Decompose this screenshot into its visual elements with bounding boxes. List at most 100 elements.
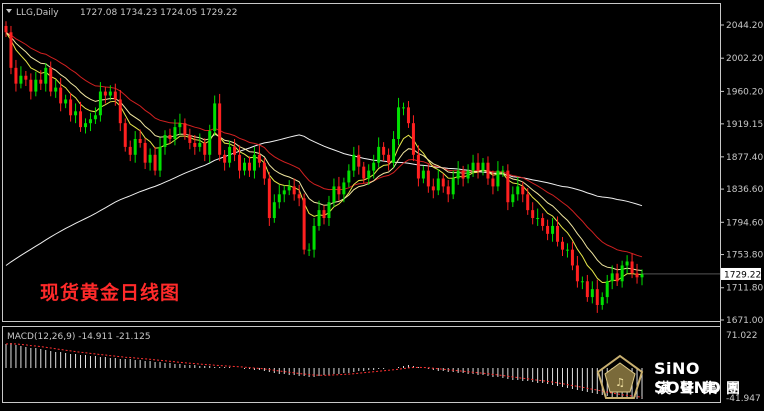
candle-body <box>49 67 53 92</box>
candle-body <box>163 135 167 147</box>
candle-body <box>158 146 162 171</box>
logo-name-cn: 漢聲集團 <box>657 381 749 397</box>
candle-body <box>188 135 192 143</box>
sino-sound-logo-emblem: ♫ <box>596 354 644 399</box>
y-tick-label: 1960.20 <box>726 87 763 97</box>
candle-body <box>138 138 142 143</box>
candle-body <box>486 162 490 179</box>
candle-body <box>625 261 629 266</box>
svg-text:♫: ♫ <box>615 376 625 389</box>
candle-body <box>406 107 410 124</box>
candle-body <box>252 154 256 171</box>
candle-body <box>580 281 584 283</box>
candle-body <box>501 170 505 172</box>
macd-label: MACD(12,26,9) -14.911 -21.125 <box>7 332 151 342</box>
candle-body <box>481 162 485 171</box>
candle-body <box>302 198 306 250</box>
candle-body <box>272 202 276 219</box>
y-tick-label: 2044.20 <box>726 21 763 31</box>
candle-body <box>337 186 341 195</box>
candle-body <box>565 249 569 251</box>
candle-body <box>44 67 48 84</box>
candle-body <box>233 146 237 155</box>
candle-body <box>392 138 396 163</box>
candle-body <box>496 170 500 187</box>
ohlc-values: 1727.08 1734.23 1724.05 1729.22 <box>80 8 237 18</box>
candle-body <box>491 178 495 187</box>
candle-body <box>635 273 639 278</box>
candle-body <box>297 194 301 199</box>
candle-body <box>238 154 242 171</box>
candle-body <box>307 249 311 251</box>
candle-body <box>382 146 386 155</box>
candle-body <box>620 265 624 282</box>
y-tick-label: 1877.40 <box>726 153 763 163</box>
candle-body <box>610 273 614 282</box>
candle-body <box>421 170 425 179</box>
current-price-label: 1729.22 <box>724 270 761 280</box>
candle-body <box>456 170 460 179</box>
candle-body <box>556 225 560 242</box>
candle-body <box>208 131 212 155</box>
candle-body <box>292 186 296 195</box>
candle-body <box>312 225 316 250</box>
candle-body <box>367 170 371 179</box>
chart-window: LLG,Daily 1727.08 1734.23 1724.05 1729.2… <box>0 0 764 407</box>
candle-body <box>372 162 376 171</box>
candle-body <box>183 123 187 136</box>
y-tick-label: 1671.00 <box>726 316 763 326</box>
candle-body <box>426 170 430 187</box>
candle-body <box>332 186 336 203</box>
candle-body <box>39 79 43 84</box>
candle-body <box>531 210 535 219</box>
candle-body <box>29 79 33 92</box>
y-tick-label: 1711.80 <box>726 284 763 294</box>
candle-body <box>585 281 589 298</box>
candle-body <box>377 146 381 163</box>
candle-body <box>262 162 266 179</box>
candle-body <box>193 142 197 147</box>
candle-body <box>322 210 326 219</box>
candle-body <box>546 225 550 234</box>
candles <box>4 21 644 313</box>
macd-histogram <box>5 343 643 399</box>
candle-body <box>551 225 555 234</box>
candle-body <box>113 91 117 100</box>
candle-body <box>590 289 594 298</box>
y-tick-label: 1836.60 <box>726 185 763 195</box>
candle-body <box>347 170 351 183</box>
candle-body <box>342 182 346 195</box>
candle-body <box>257 154 261 163</box>
candle-body <box>317 210 321 226</box>
candle-body <box>213 103 217 132</box>
candle-body <box>118 99 122 124</box>
y-tick-label: 2002.20 <box>726 54 763 64</box>
candle-body <box>600 297 604 305</box>
candle-body <box>247 162 251 171</box>
candle-body <box>451 178 455 195</box>
candle-body <box>98 91 102 116</box>
candle-body <box>516 186 520 195</box>
candle-body <box>54 87 58 92</box>
y-tick-label: 1794.60 <box>726 218 763 228</box>
candle-body <box>218 103 222 155</box>
candle-body <box>476 162 480 171</box>
candle-body <box>536 218 540 220</box>
candle-body <box>282 190 286 195</box>
candle-body <box>561 241 564 250</box>
candle-body <box>34 79 38 92</box>
candle-body <box>24 75 28 80</box>
chart-header: LLG,Daily 1727.08 1734.23 1724.05 1729.2… <box>6 8 237 18</box>
candle-body <box>436 178 440 191</box>
dropdown-arrow-icon[interactable] <box>6 9 12 13</box>
candle-body <box>173 127 177 139</box>
candle-body <box>446 186 450 195</box>
candle-body <box>93 115 97 120</box>
ma-medium-line <box>5 31 643 271</box>
candle-body <box>143 142 147 163</box>
candle-body <box>570 249 574 266</box>
candle-body <box>615 273 619 282</box>
candle-body <box>575 265 579 282</box>
candle-body <box>362 166 366 179</box>
candle-body <box>461 170 465 179</box>
